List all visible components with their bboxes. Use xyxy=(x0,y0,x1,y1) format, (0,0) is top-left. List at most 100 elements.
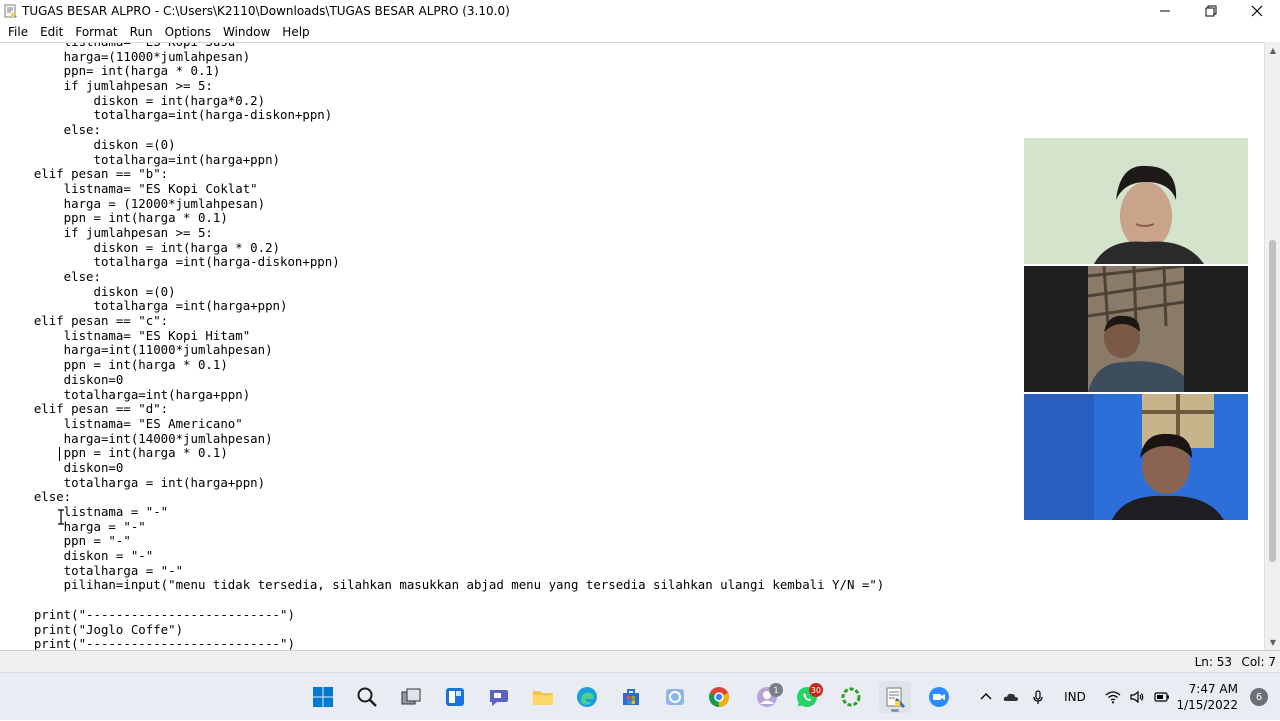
battery-tray[interactable] xyxy=(1152,673,1172,721)
restore-icon xyxy=(1205,5,1217,17)
task-view-button[interactable] xyxy=(395,681,427,713)
onedrive-tray[interactable] xyxy=(1001,673,1021,721)
code-line: if jumlahpesan >= 5: xyxy=(4,78,213,94)
code-line: diskon =(0) xyxy=(4,136,176,152)
code-line: totalharga=int(harga-diskon+ppn) xyxy=(4,107,333,123)
ibeam-cursor-icon xyxy=(58,509,64,525)
status-bar: Ln: 53 Col: 7 xyxy=(0,650,1280,672)
speaker-icon xyxy=(1130,690,1144,704)
idle-taskbar-button[interactable] xyxy=(879,681,911,713)
show-hidden-icons-button[interactable] xyxy=(978,673,994,721)
notification-count-badge[interactable]: 6 xyxy=(1250,688,1268,706)
idle-app-icon xyxy=(4,4,17,18)
code-line: print("--------------------------") xyxy=(4,636,295,650)
python-idle-icon xyxy=(886,687,906,709)
code-line: harga = (12000*jumlahpesan) xyxy=(4,195,266,211)
edge-browser-button[interactable] xyxy=(571,681,603,713)
chrome-button[interactable] xyxy=(703,681,735,713)
windows-start-icon xyxy=(313,687,333,707)
clock-time: 7:47 AM xyxy=(1188,682,1238,696)
menu-help[interactable]: Help xyxy=(276,22,315,42)
chrome-icon xyxy=(709,687,729,707)
widgets-button[interactable] xyxy=(439,681,471,713)
loading-app-button[interactable] xyxy=(835,681,867,713)
menu-options[interactable]: Options xyxy=(159,22,217,42)
store-icon xyxy=(623,689,639,705)
chevron-up-icon xyxy=(980,693,992,700)
edge-icon xyxy=(577,687,597,707)
minimize-button[interactable] xyxy=(1142,0,1188,22)
code-line: totalharga =int(harga-diskon+ppn) xyxy=(4,254,340,270)
code-line: ppn = "-" xyxy=(4,533,131,549)
app-badge: 1 xyxy=(769,683,783,697)
chat-icon xyxy=(490,690,508,706)
system-clock[interactable]: 7:47 AM 1/15/2022 xyxy=(1176,681,1238,713)
input-language[interactable]: IND xyxy=(1060,673,1090,721)
code-line: harga=int(11000*jumlahpesan) xyxy=(4,342,273,358)
volume-tray[interactable] xyxy=(1128,673,1146,721)
microphone-icon xyxy=(1033,690,1043,704)
task-view-icon xyxy=(401,688,421,705)
scroll-up-icon[interactable]: ▲ xyxy=(1265,42,1280,58)
status-column-number: Col: 7 xyxy=(1241,655,1276,669)
code-line: else: xyxy=(4,269,101,284)
code-line: totalharga=int(harga+ppn) xyxy=(4,386,251,402)
webcam-participant-1 xyxy=(1024,138,1248,264)
cloud-icon xyxy=(1003,693,1018,701)
menu-run[interactable]: Run xyxy=(124,22,159,42)
code-line: ppn = int(harga * 0.1) xyxy=(4,445,228,461)
whatsapp-button[interactable]: 30 xyxy=(791,681,823,713)
photos-icon xyxy=(666,689,684,705)
search-icon xyxy=(357,687,377,707)
status-line-number: Ln: 53 xyxy=(1194,655,1232,669)
app-button-badged[interactable]: 1 xyxy=(751,681,783,713)
menu-file[interactable]: File xyxy=(2,22,34,42)
code-line: diskon = int(harga*0.2) xyxy=(4,92,266,108)
code-line: totalharga =int(harga+ppn) xyxy=(4,298,288,314)
code-line: diskon =(0) xyxy=(4,283,176,299)
code-line: listnama = "-" xyxy=(4,504,169,519)
search-button[interactable] xyxy=(351,681,383,713)
zoom-video-icon xyxy=(929,687,949,707)
microphone-tray[interactable] xyxy=(1030,673,1046,721)
restore-button[interactable] xyxy=(1188,0,1234,22)
code-line: harga=int(14000*jumlahpesan) xyxy=(4,430,273,446)
menu-window[interactable]: Window xyxy=(217,22,276,42)
code-line: if jumlahpesan >= 5: xyxy=(4,224,213,240)
start-button[interactable] xyxy=(307,681,339,713)
code-line: elif pesan == "c": xyxy=(4,313,169,329)
menu-bar: File Edit Format Run Options Window Help xyxy=(0,22,1280,42)
code-line: totalharga = int(harga+ppn) xyxy=(4,474,266,490)
zoom-button[interactable] xyxy=(923,681,955,713)
teams-chat-button[interactable] xyxy=(483,681,515,713)
active-indicator xyxy=(891,709,899,712)
wifi-tray[interactable] xyxy=(1104,673,1122,721)
folder-icon xyxy=(533,691,553,705)
code-line: listnama= "ES Americano" xyxy=(4,415,243,431)
code-line: listnama= "ES Kopi Coklat" xyxy=(4,180,258,196)
microsoft-store-button[interactable] xyxy=(615,681,647,713)
scroll-down-icon[interactable]: ▼ xyxy=(1265,634,1280,650)
close-button[interactable] xyxy=(1234,0,1280,22)
whatsapp-badge: 30 xyxy=(808,683,823,697)
close-icon xyxy=(1251,5,1263,17)
participant-2-video xyxy=(1024,266,1248,392)
widgets-icon xyxy=(446,688,464,706)
menu-edit[interactable]: Edit xyxy=(34,22,69,42)
file-explorer-button[interactable] xyxy=(527,681,559,713)
menu-format[interactable]: Format xyxy=(69,22,123,42)
taskbar: 1 30 IND 7:47 AM 1/15/2022 6 xyxy=(0,672,1280,720)
code-line: else: xyxy=(4,122,101,138)
window-title: TUGAS BESAR ALPRO - C:\Users\K2110\Downl… xyxy=(22,4,510,18)
code-line: harga=(11000*jumlahpesan) xyxy=(4,48,251,64)
photos-button[interactable] xyxy=(659,681,691,713)
code-line: ppn = int(harga * 0.1) xyxy=(4,210,228,226)
scroll-thumb[interactable] xyxy=(1269,240,1276,562)
minimize-icon xyxy=(1160,10,1170,12)
code-line: print("Joglo Coffe") xyxy=(4,621,184,637)
code-line: diskon = int(harga * 0.2) xyxy=(4,239,281,255)
vertical-scrollbar[interactable]: ▲ ▼ xyxy=(1264,42,1280,650)
code-line: print("--------------------------") xyxy=(4,606,295,622)
code-line: pilihan=input("menu tidak tersedia, sila… xyxy=(4,577,885,593)
